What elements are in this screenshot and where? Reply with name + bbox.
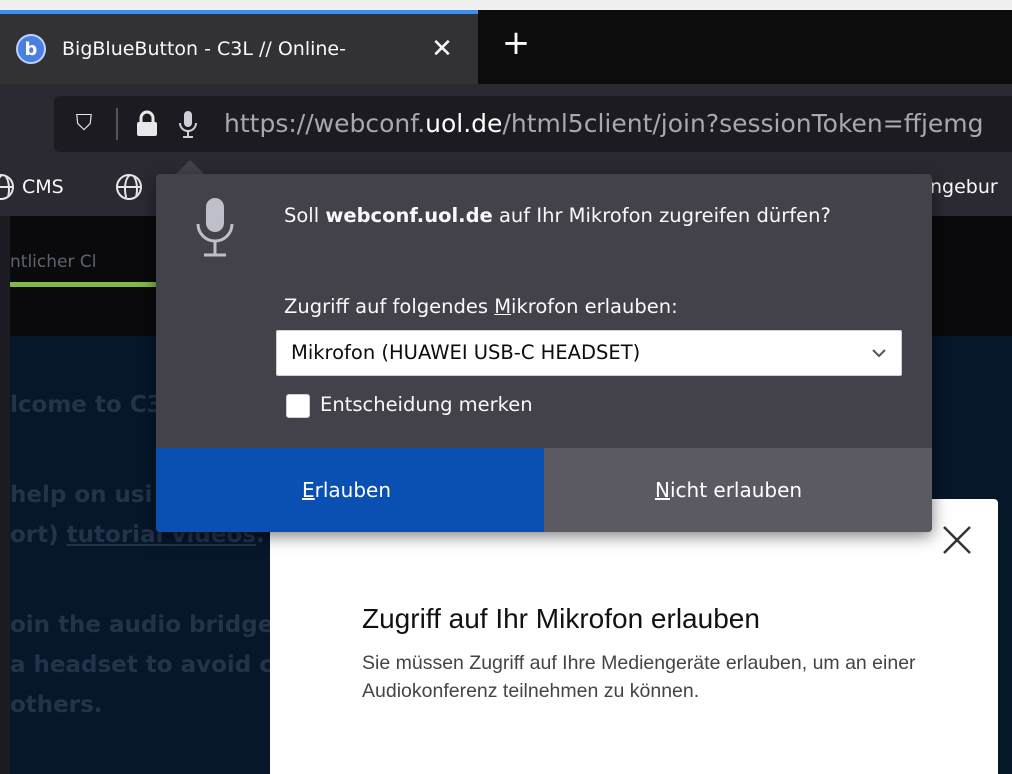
bigbluebutton-favicon-icon: b xyxy=(16,34,46,64)
tab-close-icon[interactable]: ✕ xyxy=(422,32,462,66)
device-select-label: Zugriff auf folgendes Mikrofon erlauben: xyxy=(284,295,678,318)
remember-decision-checkbox[interactable] xyxy=(286,394,310,418)
permission-question: Soll webconf.uol.de auf Ihr Mikrofon zug… xyxy=(284,204,831,227)
chevron-down-icon xyxy=(872,349,886,358)
globe-icon xyxy=(0,174,14,200)
navigation-bar: ⛉ https://webconf.uol.de/html5client/joi… xyxy=(0,84,1012,162)
microphone-select-value: Mikrofon (HUAWEI USB-C HEADSET) xyxy=(291,341,641,364)
url-subdomain: webconf. xyxy=(313,109,426,138)
globe-icon[interactable] xyxy=(116,174,142,200)
room-label: ntlicher Cl xyxy=(10,252,97,272)
modal-title: Zugriff auf Ihr Mikrofon erlauben xyxy=(362,603,760,634)
modal-text: Sie müssen Zugriff auf Ihre Mediengeräte… xyxy=(362,652,916,702)
url-separator xyxy=(116,108,118,140)
tab-title: BigBlueButton - C3L // Online- xyxy=(62,38,346,60)
tab-strip: b BigBlueButton - C3L // Online- ✕ + xyxy=(0,10,1012,84)
url-bar[interactable]: ⛉ https://webconf.uol.de/html5client/joi… xyxy=(54,96,1012,152)
chat-help-line: help on usi xyxy=(10,482,153,508)
microphone-select[interactable]: Mikrofon (HUAWEI USB-C HEADSET) xyxy=(276,330,902,376)
remember-decision-label[interactable]: Entscheidung merken xyxy=(320,390,840,420)
tab-bigbluebutton[interactable]: b BigBlueButton - C3L // Online- ✕ xyxy=(0,10,478,84)
browser-window: b BigBlueButton - C3L // Online- ✕ + ⛉ h… xyxy=(0,10,1012,774)
microphone-icon xyxy=(196,198,234,257)
shield-icon[interactable]: ⛉ xyxy=(70,110,98,138)
microphone-permission-modal: Zugriff auf Ihr Mikrofon erlauben Sie mü… xyxy=(270,499,998,774)
new-tab-button[interactable]: + xyxy=(496,24,536,64)
chat-others-line: others. xyxy=(10,692,103,718)
chat-welcome-line: lcome to C3 xyxy=(10,392,163,418)
url-path: /html5client/join?sessionToken=ffjemg xyxy=(502,109,984,138)
bookmark-umgebung[interactable]: ngebur xyxy=(930,172,998,202)
url-text[interactable]: https://webconf.uol.de/html5client/join?… xyxy=(224,106,1012,142)
microphone-icon[interactable] xyxy=(174,108,202,140)
allow-button[interactable]: Erlauben xyxy=(156,448,544,532)
chat-headset-line: a headset to avoid c xyxy=(10,652,273,678)
chat-audio-line: oin the audio bridge xyxy=(10,612,274,638)
url-host: uol.de xyxy=(425,109,503,138)
close-icon[interactable] xyxy=(934,517,980,563)
url-scheme: https:// xyxy=(224,109,314,138)
bookmark-cms[interactable]: CMS xyxy=(22,172,64,202)
lock-icon[interactable] xyxy=(134,110,160,138)
permission-host: webconf.uol.de xyxy=(325,204,493,227)
microphone-permission-popup: Soll webconf.uol.de auf Ihr Mikrofon zug… xyxy=(156,174,932,532)
deny-button[interactable]: Nicht erlauben xyxy=(544,448,932,532)
